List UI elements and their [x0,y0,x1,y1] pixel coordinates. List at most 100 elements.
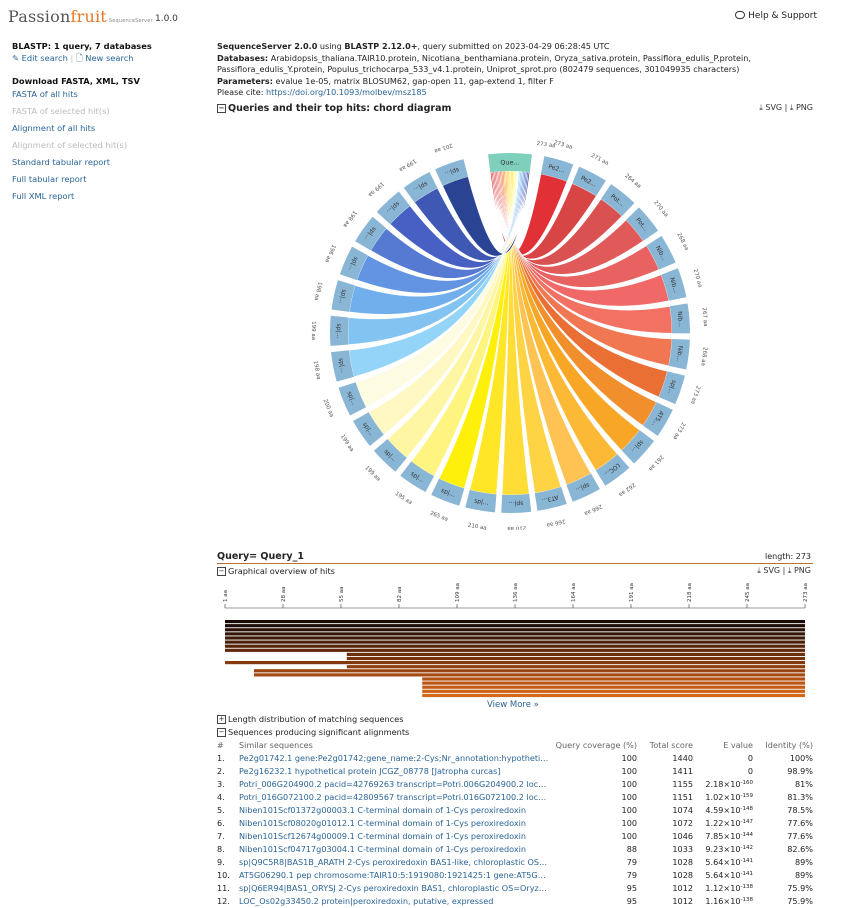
table-row[interactable]: 1.Pe2g01742.1 gene:Pe2g01742;gene_name:2… [217,752,813,765]
table-row[interactable]: 12.LOC_Os02g33450.2 protein|peroxiredoxi… [217,895,813,908]
chord-length-label: 273 aa [671,421,686,440]
significant-alignments-toggle[interactable]: −Sequences producing significant alignme… [217,727,409,737]
row-number: 2. [217,765,239,778]
hit-link[interactable]: Potri_016G072100.2 pacid=42809567 transc… [239,791,549,804]
hit-link[interactable]: Niben101Scf12674g00009.1 C-terminal doma… [239,830,549,843]
table-row[interactable]: 5.Niben101Scf01372g00003.1 C-terminal do… [217,804,813,817]
significant-alignments-title: Sequences producing significant alignmen… [228,727,409,737]
chord-arc-label: sp|... [335,324,342,339]
report-meta: SequenceServer 2.0.0 using BLASTP 2.12.0… [217,41,813,99]
download-item[interactable]: FASTA of all hits [12,86,202,103]
row-number: 7. [217,830,239,843]
hit-link[interactable]: Pe2g16232.1 hypothetical protein JCGZ_08… [239,765,549,778]
col-query-coverage[interactable]: Query coverage (%) [549,739,637,752]
hit-bar [225,649,805,652]
table-row[interactable]: 2.Pe2g16232.1 hypothetical protein JCGZ_… [217,765,813,778]
download-png-button[interactable]: ⤓ PNG [788,566,811,575]
download-item[interactable]: Full XML report [12,188,202,205]
col-evalue[interactable]: E value [693,739,753,752]
table-row[interactable]: 10.AT5G06290.1 pep chromosome:TAIR10:5:1… [217,869,813,882]
axis-tick-label: 164 aa [571,583,577,602]
chord-length-label: 264 aa [623,173,642,190]
chord-length-label: 273 aa [553,140,573,151]
total-score: 1072 [637,817,693,830]
evalue-base: 2.18×10 [705,779,740,789]
query-coverage: 100 [549,817,637,830]
edit-search-link[interactable]: ✎ Edit search [12,53,68,63]
meta-parameters: Parameters: evalue 1e-05, matrix BLOSUM6… [217,76,813,88]
identity: 98.9% [753,765,813,778]
hit-bar [225,628,805,631]
help-support-link[interactable]: Help & Support [735,11,817,21]
table-row[interactable]: 9.sp|Q9C5R8|BAS1B_ARATH 2-Cys peroxiredo… [217,856,813,869]
new-search-link[interactable]: 🗋 New search [76,53,134,63]
chord-arc-label: Nib... [676,311,684,327]
col-identity[interactable]: Identity (%) [753,739,813,752]
hit-link[interactable]: Niben101Scf01372g00003.1 C-terminal doma… [239,804,549,817]
evalue-exponent: -138 [741,897,753,903]
download-item[interactable]: Full tabular report [12,171,202,188]
graphical-overview-toggle[interactable]: −Graphical overview of hits [217,566,335,576]
download-svg-button[interactable]: ⤓ SVG [759,103,782,112]
col-similar-sequences: Similar sequences [239,739,549,752]
identity: 78.5% [753,804,813,817]
col-total-score[interactable]: Total score [637,739,693,752]
chord-toggle[interactable]: −Queries and their top hits: chord diagr… [217,103,451,114]
logo[interactable]: PassionfruitSequenceServer [8,7,153,26]
axis-tick-label: 273 aa [803,583,809,602]
cite-link[interactable]: https://doi.org/10.1093/molbev/msz185 [266,87,427,97]
axis-tick-label: 28 aa [281,587,287,603]
total-score: 1028 [637,869,693,882]
table-row[interactable]: 3.Potri_006G204900.2 pacid=42769263 tran… [217,778,813,791]
graphical-overview-title: Graphical overview of hits [228,566,335,576]
evalue: 4.59×10-148 [693,804,753,817]
row-number: 1. [217,752,239,765]
row-number: 11. [217,882,239,895]
hit-bar [254,669,805,672]
chord-length-label: 196 aa [323,243,336,263]
hit-link[interactable]: Niben101Scf04717g03004.1 C-terminal doma… [239,843,549,856]
graphical-overview-header: −Graphical overview of hits ⤓ SVG | ⤓ PN… [217,566,813,578]
hit-bar [422,682,805,685]
download-item[interactable]: Standard tabular report [12,154,202,171]
axis-tick-label: 136 aa [513,583,519,602]
table-row[interactable]: 11.sp|Q6ER94|BAS1_ORYSJ 2-Cys peroxiredo… [217,882,813,895]
collapse-icon: − [217,567,226,576]
hit-link[interactable]: sp|Q6ER94|BAS1_ORYSJ 2-Cys peroxiredoxin… [239,882,549,895]
hit-link[interactable]: Niben101Scf08020g01012.1 C-terminal doma… [239,817,549,830]
table-row[interactable]: 8.Niben101Scf04717g03004.1 C-terminal do… [217,843,813,856]
hit-bar [225,636,805,639]
hit-bar [225,641,805,644]
hit-link[interactable]: Potri_006G204900.2 pacid=42769263 transc… [239,778,549,791]
evalue-base: 7.85×10 [705,831,740,841]
table-row[interactable]: 7.Niben101Scf12674g00009.1 C-terminal do… [217,830,813,843]
query-coverage: 95 [549,882,637,895]
chord-length-label: 270 aa [692,268,703,288]
help-label: Help & Support [748,11,817,21]
table-row[interactable]: 6.Niben101Scf08020g01012.1 C-terminal do… [217,817,813,830]
hit-link[interactable]: sp|Q9C5R8|BAS1B_ARATH 2-Cys peroxiredoxi… [239,856,549,869]
version-label: 1.0.0 [155,14,178,24]
hit-bar [422,686,805,689]
evalue-base: 1.16×10 [705,896,740,906]
download-svg-button[interactable]: ⤓ SVG [757,566,780,575]
download-png-button[interactable]: ⤓ PNG [790,103,813,112]
download-item[interactable]: Alignment of all hits [12,120,202,137]
axis-tick-label: 191 aa [629,583,635,602]
chat-icon [735,11,745,19]
table-row[interactable]: 4.Potri_016G072100.2 pacid=42809567 tran… [217,791,813,804]
axis-tick-label: 245 aa [745,583,751,602]
identity: 89% [753,856,813,869]
axis-tick-label: 1 aa [223,590,229,602]
hit-link[interactable]: Pe2g01742.1 gene:Pe2g01742;gene_name:2-C… [239,752,549,765]
query-coverage: 100 [549,752,637,765]
length-distribution-toggle[interactable]: +Length distribution of matching sequenc… [217,714,403,724]
svg-label: SVG [765,103,782,112]
evalue-base: 1.12×10 [705,883,740,893]
evalue: 9.23×10-142 [693,843,753,856]
evalue: 1.02×10-159 [693,791,753,804]
view-more-button[interactable]: View More » [487,700,539,710]
identity: 75.9% [753,882,813,895]
hit-link[interactable]: LOC_Os02g33450.2 protein|peroxiredoxin, … [239,895,549,908]
hit-link[interactable]: AT5G06290.1 pep chromosome:TAIR10:5:1919… [239,869,549,882]
